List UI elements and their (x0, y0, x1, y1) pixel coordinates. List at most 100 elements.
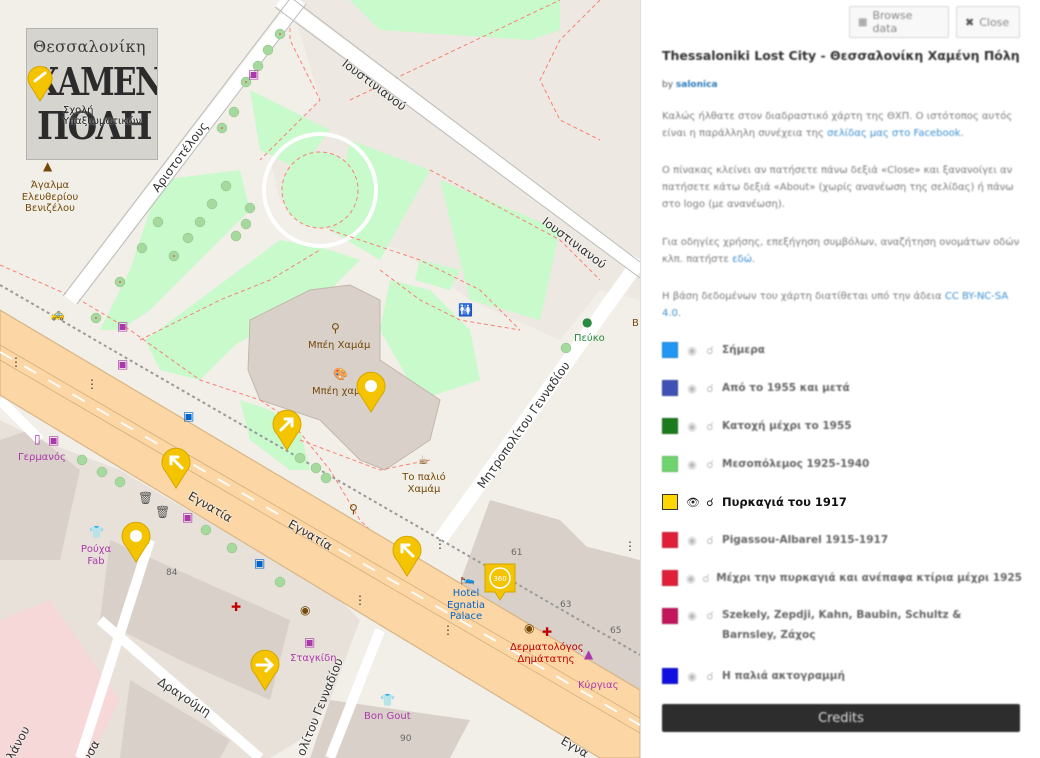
layer-name: Πυρκαγιά του 1917 (722, 495, 847, 509)
map-marker-arrow-east[interactable] (249, 648, 281, 692)
zoom-icon[interactable]: ☌ (704, 344, 716, 357)
map-marker-360-photo[interactable]: 360 (483, 562, 517, 602)
layer-color-swatch[interactable] (662, 494, 678, 510)
poi-label-pefko: Πεύκο (574, 333, 605, 344)
toilets-icon[interactable]: 🚻 (458, 304, 473, 316)
map-marker-arrow-nw-2[interactable] (391, 534, 423, 578)
poi-label-bey-hamam-2: Μπέη χαμ (312, 386, 361, 397)
board-icon-3[interactable]: ▣ (117, 358, 128, 370)
browse-data-button[interactable]: ▦ Browse data (849, 6, 949, 38)
poi-label-stagkidi: Σταγκίδη (290, 653, 337, 664)
statue-icon[interactable]: ▲ (43, 160, 52, 172)
by-prefix: by (662, 80, 674, 90)
cafe-icon[interactable]: ☕ (418, 454, 429, 466)
zoom-icon[interactable]: ☌ (704, 382, 716, 395)
bus-icon-2[interactable]: ▣ (254, 557, 265, 569)
pharmacy-icon[interactable]: ✚ (231, 601, 241, 613)
eye-icon[interactable]: 👁 (686, 496, 700, 509)
vase-icon[interactable]: ⚲ (331, 322, 340, 334)
house-number: 61 (511, 548, 523, 558)
site-logo[interactable]: Θεσσαλονίκη ΧΑΜΕΝΗ ΠΟΛΗ Σχολή Υπαξιωματι… (26, 28, 158, 160)
layer-color-swatch[interactable] (662, 532, 678, 548)
board-icon-2[interactable]: ▣ (117, 320, 128, 332)
layer-item[interactable]: ◉ ☌ Μέχρι την πυρκαγιά και ανέπαφα κτίρι… (662, 568, 1022, 588)
poi-label-rouxa-fab: Ρούχα Fab (80, 544, 112, 567)
scooter-icon[interactable]: ▲ (584, 648, 593, 660)
traffic-light-icon-5: ⋮ (442, 623, 454, 637)
board-icon-4[interactable]: ▣ (48, 434, 59, 446)
zoom-icon[interactable]: ☌ (704, 534, 716, 547)
map-marker-arrow-nw-1[interactable] (160, 446, 192, 490)
map-marker-pin[interactable] (355, 370, 387, 414)
layer-name: Pigassou-Albarel 1915-1917 (722, 534, 889, 546)
eye-icon[interactable]: ◉ (686, 420, 698, 433)
taxi-icon[interactable]: 🚕 (50, 308, 65, 320)
map-marker-arrow-ne[interactable] (271, 408, 303, 452)
eye-icon[interactable]: ◉ (686, 534, 698, 547)
layer-color-swatch[interactable] (662, 608, 678, 624)
layer-item[interactable]: ◉ ☌ Σήμερα (662, 340, 1022, 360)
layer-item[interactable]: ◉ ☌ Pigassou-Albarel 1915-1917 (662, 530, 1022, 550)
layer-color-swatch[interactable] (662, 456, 678, 472)
zoom-icon[interactable]: ☌ (704, 420, 716, 433)
bus-icon-1[interactable]: ▣ (183, 410, 194, 422)
zoom-icon[interactable]: ☌ (704, 670, 716, 683)
facebook-link[interactable]: σελίδας μας στο Facebook (827, 128, 960, 139)
house-number: 65 (610, 626, 622, 636)
layer-color-swatch[interactable] (662, 418, 678, 434)
house-number: 90 (400, 734, 412, 744)
doctor-icon[interactable]: ✚ (542, 626, 552, 638)
trash-icon-2[interactable]: 🗑 (155, 506, 170, 518)
layer-color-swatch[interactable] (662, 342, 678, 358)
palette-icon[interactable]: 🎨 (333, 368, 348, 380)
intro-paragraph: Καλώς ήλθατε στον διαδραστικό χάρτη της … (662, 108, 1022, 142)
layer-item[interactable]: ◉ ☌ Από το 1955 και μετά (662, 378, 1022, 398)
tree-icon[interactable]: ● (582, 316, 592, 328)
layer-color-swatch[interactable] (662, 380, 678, 396)
credits-button[interactable]: Credits (662, 704, 1020, 732)
app-root: Ιουστινιανού Ιουστινιανού Αριστοτέλους Ε… (0, 0, 1040, 758)
layer-item-active[interactable]: 👁 ☌ Πυρκαγιά του 1917 (662, 492, 1022, 512)
board-icon-1[interactable]: ▣ (248, 68, 259, 80)
vase-icon-2[interactable]: ⚲ (349, 503, 358, 515)
eye-icon[interactable]: ◉ (686, 458, 698, 471)
layer-item[interactable]: ◉ ☌ Η παλιά ακτογραμμή (662, 666, 1022, 686)
zoom-icon[interactable]: ☌ (704, 458, 716, 471)
trash-icon-1[interactable]: 🗑 (138, 492, 153, 504)
eye-icon[interactable]: ◉ (686, 382, 698, 395)
board-icon-5[interactable]: ▣ (182, 511, 193, 523)
author-link[interactable]: salonica (676, 80, 718, 90)
layer-name: Η παλιά ακτογραμμή (722, 670, 845, 682)
zoom-icon[interactable]: ☌ (702, 572, 711, 585)
zoom-icon[interactable]: ☌ (704, 496, 716, 509)
zoom-icon[interactable]: ☌ (704, 609, 716, 622)
eye-icon[interactable]: ◉ (686, 670, 698, 683)
layer-name: Szekely, Zepdji, Kahn, Baubin, Schultz &… (722, 609, 962, 641)
help-paragraph: Για οδηγίες χρήσης, επεξήγηση συμβόλων, … (662, 234, 1022, 268)
map-marker-pin-2[interactable] (120, 520, 152, 564)
layer-item[interactable]: ◉ ☌ Κατοχή μέχρι το 1955 (662, 416, 1022, 436)
help-text: Για οδηγίες χρήσης, επεξήγηση συμβόλων, … (662, 237, 1020, 265)
poi-label-kyrgias: Κύργιας (578, 680, 619, 691)
phone-icon[interactable]: ▯ (34, 433, 41, 445)
shirt-icon[interactable]: 👕 (380, 694, 395, 706)
help-link[interactable]: εδώ (732, 254, 752, 265)
layer-item[interactable]: ◉ ☌ Szekely, Zepdji, Kahn, Baubin, Schul… (662, 606, 1022, 646)
layer-color-swatch[interactable] (662, 668, 678, 684)
traffic-light-icon-2: ⋮ (10, 355, 22, 369)
close-instructions-text: Ο πίνακας κλείνει αν πατήσετε πάνω δεξιά… (662, 165, 1014, 210)
map-view[interactable]: Ιουστινιανού Ιουστινιανού Αριστοτέλους Ε… (0, 0, 640, 758)
poi-label-statue: Άγαλμα Ελευθερίου Βενιζέλου (21, 180, 79, 214)
close-button[interactable]: ✖ Close (956, 6, 1020, 38)
layer-color-swatch[interactable] (662, 570, 678, 586)
layer-name: Από το 1955 και μετά (722, 382, 850, 394)
bakery-icon[interactable]: ▣ (304, 636, 315, 648)
fastfood-icon[interactable]: ◉ (300, 604, 310, 616)
eye-icon[interactable]: ◉ (686, 609, 698, 622)
layer-item[interactable]: ◉ ☌ Μεσοπόλεμος 1925-1940 (662, 454, 1022, 474)
optician-icon[interactable]: ◉ (524, 622, 534, 634)
clothes-icon[interactable]: 👕 (89, 526, 104, 538)
eye-icon[interactable]: ◉ (686, 344, 698, 357)
hotel-icon[interactable]: 🛌 (460, 572, 475, 584)
eye-icon[interactable]: ◉ (686, 572, 696, 585)
